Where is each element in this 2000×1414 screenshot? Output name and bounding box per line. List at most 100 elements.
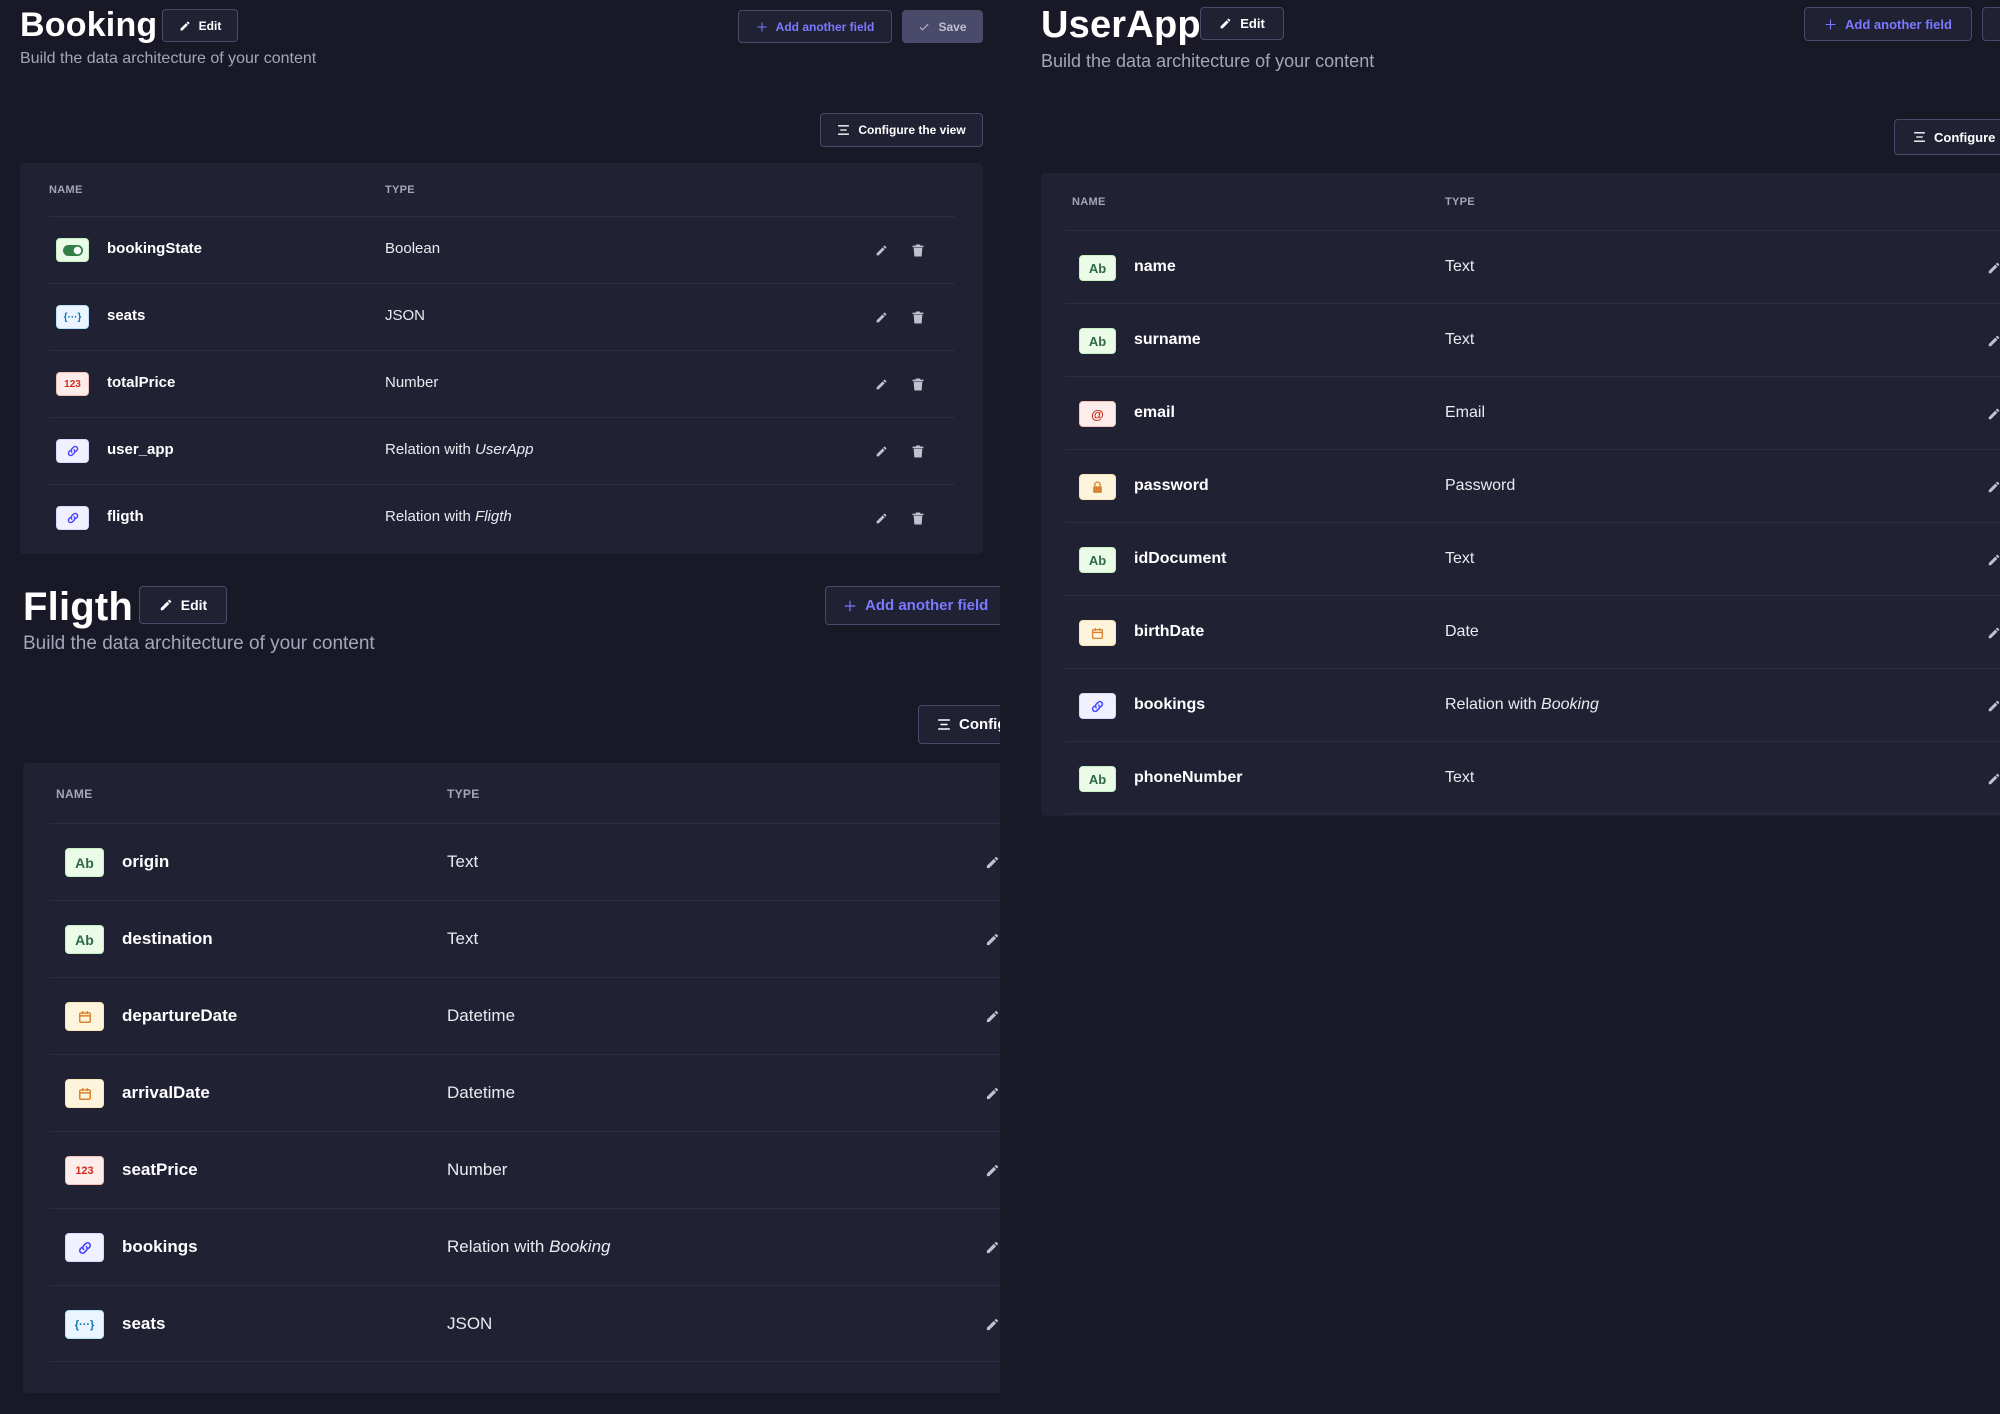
- booking-title: Booking: [20, 6, 158, 44]
- field-type: Text: [447, 929, 479, 948]
- userapp-configure-view-button[interactable]: Configure: [1894, 119, 2000, 155]
- booking-panel: Booking Edit Build the data architecture…: [0, 0, 1000, 560]
- field-type: Text: [1445, 769, 1475, 786]
- userapp-add-field-button[interactable]: Add another field: [1804, 7, 1972, 41]
- userapp-panel: UserApp Edit Build the data architecture…: [1000, 0, 2000, 830]
- table-row: departureDate Datetime: [50, 977, 1000, 1054]
- field-type: JSON: [385, 307, 426, 324]
- delete-field-button[interactable]: [907, 507, 929, 529]
- userapp-edit-button[interactable]: Edit: [1200, 7, 1284, 40]
- text-icon: Ab: [65, 925, 104, 954]
- relation-target: UserApp: [475, 441, 534, 458]
- field-name: bookings: [1134, 696, 1206, 713]
- edit-field-button[interactable]: [870, 239, 892, 261]
- field-type: Relation with Booking: [447, 1237, 611, 1256]
- field-name: user_app: [107, 441, 174, 458]
- table-row: Ab destination Text: [50, 900, 1000, 977]
- field-type: JSON: [447, 1314, 493, 1333]
- edit-field-button[interactable]: [980, 850, 1000, 874]
- field-type: Number: [447, 1160, 508, 1179]
- delete-field-button[interactable]: [907, 239, 929, 261]
- edit-field-button[interactable]: [1982, 256, 2000, 280]
- field-name: seats: [107, 307, 146, 324]
- field-name: origin: [122, 852, 170, 871]
- toggle-icon: [56, 238, 89, 262]
- json-icon: {···}: [65, 1310, 104, 1339]
- edit-field-button[interactable]: [980, 1235, 1000, 1259]
- booking-save-label: Save: [938, 19, 967, 34]
- fligth-add-field-button[interactable]: Add another field: [825, 586, 1000, 625]
- number-icon: 123: [65, 1156, 104, 1185]
- table-row: Ab name Text: [1065, 230, 2000, 303]
- edit-field-button[interactable]: [870, 440, 892, 462]
- field-type: Relation with Booking: [1445, 696, 1599, 713]
- table-row: Ab idDocument Text: [1065, 522, 2000, 595]
- text-icon: Ab: [1079, 547, 1116, 573]
- table-row: Ab phoneNumber Text: [1065, 741, 2000, 814]
- edit-field-button[interactable]: [1982, 402, 2000, 426]
- table-row: password Password: [1065, 449, 2000, 522]
- field-type: Text: [1445, 331, 1475, 348]
- field-type: Datetime: [447, 1006, 516, 1025]
- edit-field-button[interactable]: [1982, 475, 2000, 499]
- field-type: Relation with Fligth: [385, 508, 512, 525]
- fligth-edit-button[interactable]: Edit: [139, 586, 227, 624]
- edit-field-button[interactable]: [870, 306, 892, 328]
- field-type: Datetime: [447, 1083, 516, 1102]
- booking-configure-view-button[interactable]: Configure the view: [820, 113, 983, 147]
- plus-icon: [756, 21, 768, 33]
- booking-edit-label: Edit: [198, 18, 222, 33]
- edit-field-button[interactable]: [980, 1081, 1000, 1105]
- edit-field-button[interactable]: [1982, 767, 2000, 791]
- list-icon: [837, 124, 850, 136]
- field-type: Date: [1445, 623, 1479, 640]
- field-name: bookingState: [107, 240, 203, 257]
- fligth-panel: Fligth Edit Build the data architecture …: [0, 560, 1000, 1414]
- lock-icon: [1079, 474, 1116, 500]
- booking-edit-button[interactable]: Edit: [162, 9, 238, 42]
- edit-field-button[interactable]: [870, 373, 892, 395]
- delete-field-button[interactable]: [907, 373, 929, 395]
- field-name: seatPrice: [122, 1160, 198, 1179]
- fligth-configure-view-button[interactable]: Config: [918, 705, 1000, 744]
- booking-add-field-button[interactable]: Add another field: [738, 10, 892, 43]
- edit-field-button[interactable]: [980, 927, 1000, 951]
- fligth-configure-label: Config: [959, 716, 1000, 733]
- edit-field-button[interactable]: [1982, 548, 2000, 572]
- list-icon: [937, 718, 951, 731]
- userapp-configure-label: Configure: [1934, 129, 1996, 145]
- edit-field-button[interactable]: [980, 1312, 1000, 1336]
- delete-field-button[interactable]: [907, 306, 929, 328]
- field-name: password: [1134, 477, 1209, 494]
- edit-field-button[interactable]: [980, 1004, 1000, 1028]
- edit-field-button[interactable]: [1982, 621, 2000, 645]
- edit-field-button[interactable]: [1982, 694, 2000, 718]
- pencil-icon: [1219, 17, 1232, 30]
- fligth-edit-label: Edit: [180, 597, 208, 613]
- relation-icon: [65, 1233, 104, 1262]
- fligth-col-type: TYPE: [447, 787, 480, 801]
- delete-field-button[interactable]: [907, 440, 929, 462]
- userapp-col-name: NAME: [1072, 196, 1106, 208]
- number-icon: 123: [56, 372, 89, 396]
- userapp-edit-label: Edit: [1240, 16, 1265, 31]
- booking-fields-table: NAME TYPE bookingState Boolean {···} sea…: [20, 163, 983, 554]
- table-row: fligth Relation with Fligth: [49, 484, 955, 551]
- edit-field-button[interactable]: [1982, 329, 2000, 353]
- text-icon: Ab: [1079, 255, 1116, 281]
- field-name: totalPrice: [107, 374, 176, 391]
- edit-field-button[interactable]: [980, 1158, 1000, 1182]
- table-row: birthDate Date: [1065, 595, 2000, 668]
- field-type: Relation with UserApp: [385, 441, 534, 458]
- userapp-save-button-partial[interactable]: [1982, 7, 2000, 41]
- booking-save-button[interactable]: Save: [902, 10, 983, 43]
- edit-field-button[interactable]: [870, 507, 892, 529]
- userapp-add-field-label: Add another field: [1845, 16, 1952, 32]
- table-row: bookings Relation with Booking: [50, 1208, 1000, 1285]
- field-type: Number: [385, 374, 439, 391]
- field-name: departureDate: [122, 1006, 238, 1025]
- field-name: idDocument: [1134, 550, 1227, 567]
- relation-target: Booking: [549, 1237, 611, 1256]
- field-type: Text: [1445, 258, 1475, 275]
- text-icon: Ab: [1079, 328, 1116, 354]
